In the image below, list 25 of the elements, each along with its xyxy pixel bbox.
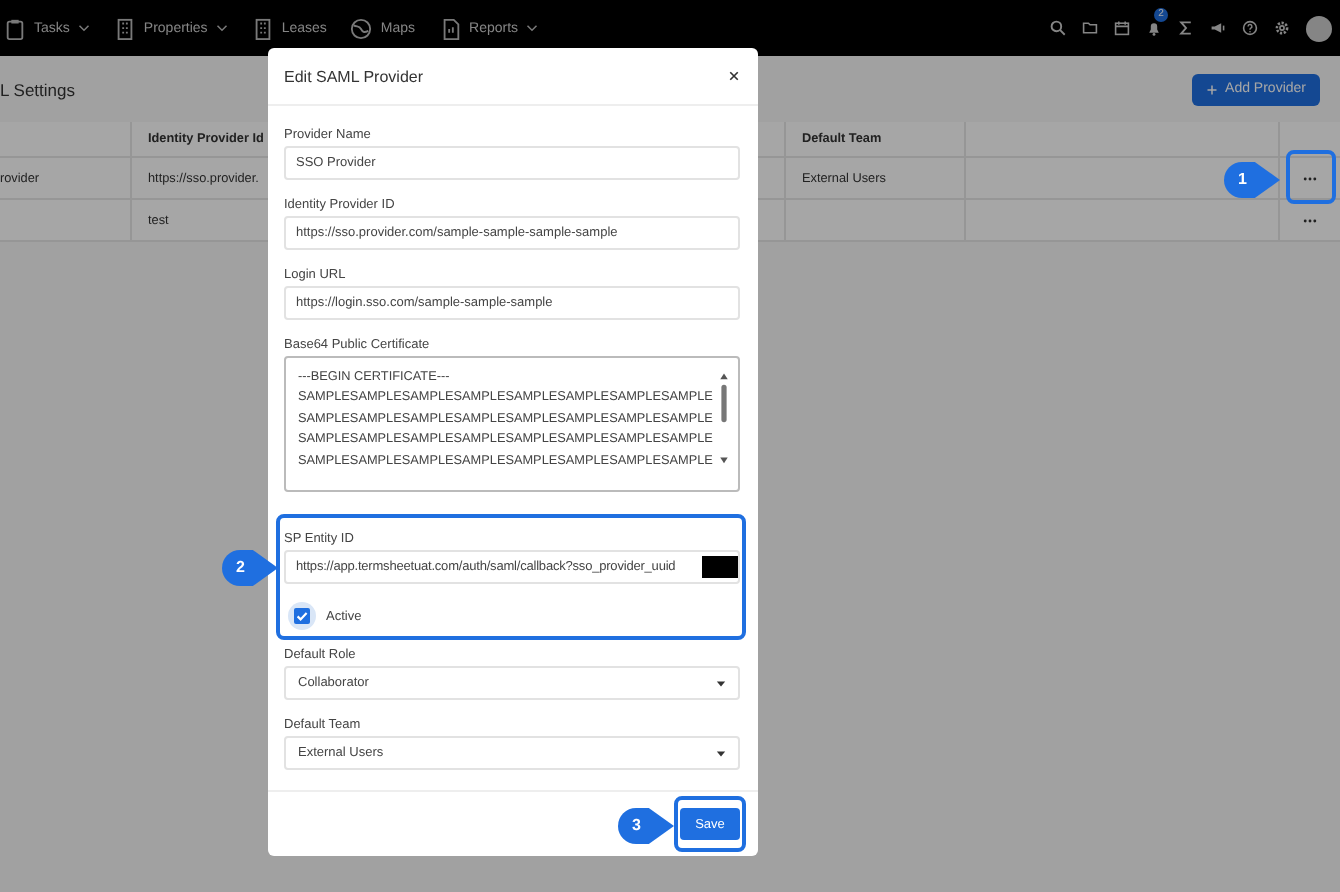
building-icon [113,17,136,39]
caret-icon [716,679,726,687]
caret-icon [716,749,726,757]
plus-icon [1205,83,1218,95]
page-title: L Settings [0,79,75,99]
checkbox[interactable] [288,602,316,630]
more-icon[interactable] [1302,175,1318,181]
more-icon[interactable] [1302,217,1318,223]
highlight-outline [1286,150,1336,204]
settings-icon[interactable] [1274,20,1290,36]
folder-icon[interactable] [1082,20,1098,36]
bell-icon[interactable] [1146,20,1162,36]
sigma-icon[interactable] [1178,20,1194,36]
calendar-icon[interactable] [1114,20,1130,36]
search-icon[interactable] [1050,20,1066,36]
building-icon [251,17,274,39]
clipboard-icon [4,17,26,39]
megaphone-icon[interactable] [1210,20,1226,36]
document-icon [439,17,462,39]
avatar[interactable] [1306,15,1332,41]
globe-icon [350,17,373,39]
dialog-title: Edit SAML Provider [284,67,424,85]
help-icon[interactable] [1242,20,1258,36]
close-icon[interactable] [728,70,740,82]
highlight-outline [674,796,746,852]
